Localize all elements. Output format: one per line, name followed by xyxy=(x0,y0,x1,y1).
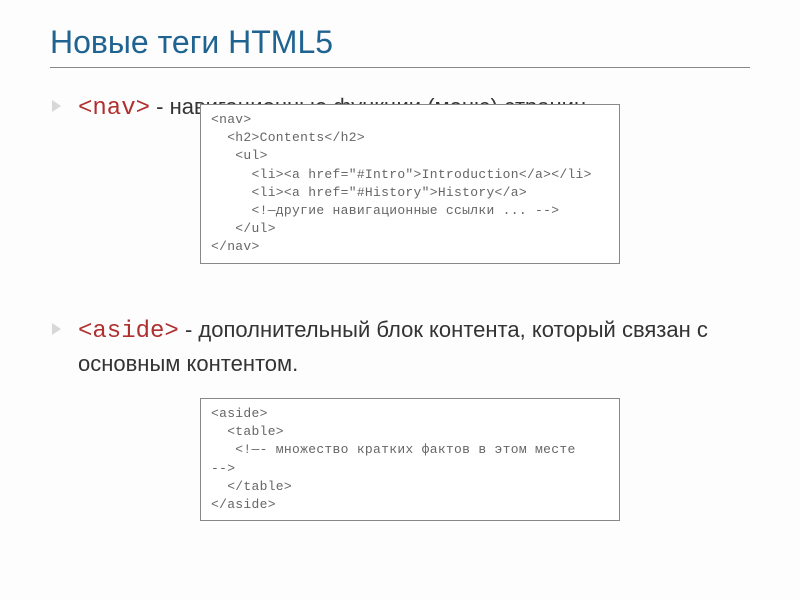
slide-title: Новые теги HTML5 xyxy=(50,24,750,68)
code-example-nav: <nav> <h2>Contents</h2> <ul> <li><a href… xyxy=(200,104,620,264)
bullet-marker-icon xyxy=(50,98,64,112)
bullet-marker-icon xyxy=(50,321,64,335)
aside-tag: <aside> xyxy=(78,318,179,345)
code-example-aside: <aside> <table> <!—- множество кратких ф… xyxy=(200,398,620,521)
bullet-aside-text: <aside> - дополнительный блок контента, … xyxy=(78,315,750,378)
bullet-aside: <aside> - дополнительный блок контента, … xyxy=(50,315,750,378)
nav-tag: <nav> xyxy=(78,95,150,122)
